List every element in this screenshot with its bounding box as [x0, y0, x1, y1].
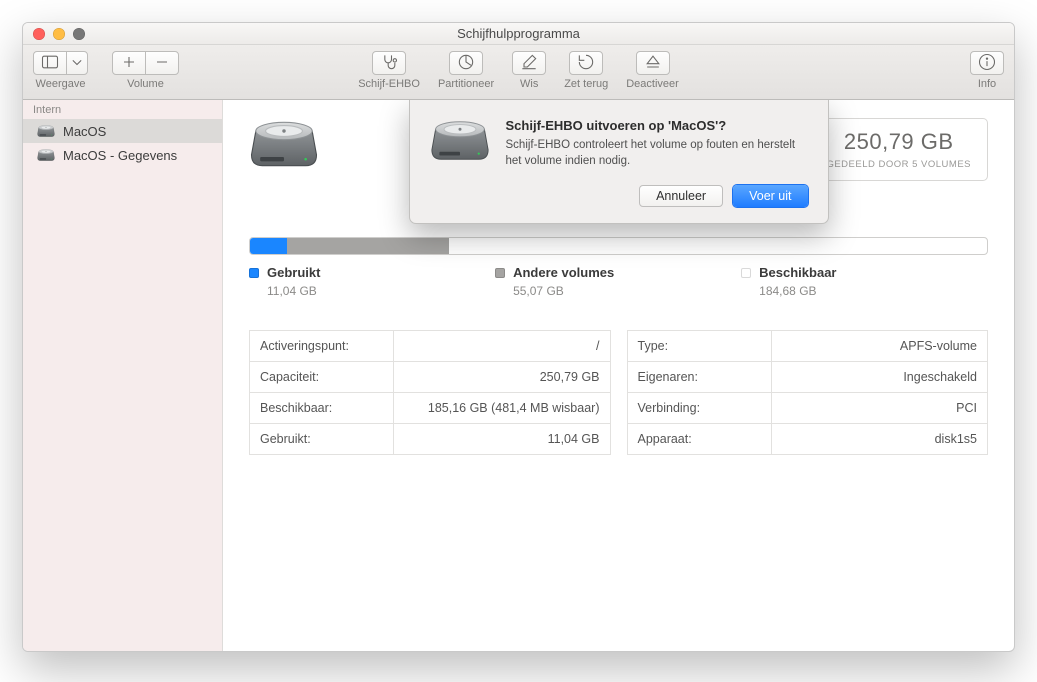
disk-utility-window: Schijfhulpprogramma Weergave	[22, 22, 1015, 652]
erase-label: Wis	[520, 78, 538, 90]
disk-icon	[37, 146, 55, 164]
partition-button[interactable]	[449, 51, 483, 75]
detail-row: Activeringspunt:/	[250, 331, 611, 362]
titlebar: Schijfhulpprogramma	[23, 23, 1014, 45]
detail-key: Eigenaren:	[627, 362, 771, 393]
view-label: Weergave	[36, 78, 86, 90]
toolbar: Weergave Volume Schijf-EHBO	[23, 45, 1014, 100]
detail-row: Verbinding:PCI	[627, 393, 988, 424]
detail-key: Type:	[627, 331, 771, 362]
legend-free-label: Beschikbaar	[759, 265, 836, 280]
main-pane: 250,79 GB GEDEELD DOOR 5 VOLUMES Gebruik…	[223, 100, 1014, 651]
view-mode-button[interactable]	[33, 51, 67, 75]
sidebar: Intern MacOS MacOS - Gegevens	[23, 100, 223, 651]
eraser-icon	[519, 52, 539, 75]
capacity-box: 250,79 GB GEDEELD DOOR 5 VOLUMES	[809, 118, 988, 181]
detail-key: Activeringspunt:	[250, 331, 394, 362]
info-button[interactable]	[970, 51, 1004, 75]
capacity-subtitle: GEDEELD DOOR 5 VOLUMES	[826, 159, 971, 170]
detail-row: Eigenaren:Ingeschakeld	[627, 362, 988, 393]
legend-used-label: Gebruikt	[267, 265, 320, 280]
volume-artwork	[249, 118, 319, 175]
remove-volume-button[interactable]	[145, 51, 179, 75]
usage-segment-other	[287, 238, 449, 254]
swatch-other	[495, 268, 505, 278]
first-aid-button[interactable]	[372, 51, 406, 75]
swatch-free	[741, 268, 751, 278]
detail-key: Verbinding:	[627, 393, 771, 424]
unmount-label: Deactiveer	[626, 78, 679, 90]
detail-value: PCI	[771, 393, 987, 424]
chevron-down-icon	[67, 52, 87, 75]
eject-icon	[643, 52, 663, 75]
detail-key: Capaciteit:	[250, 362, 394, 393]
sidebar-item-volume[interactable]: MacOS	[23, 119, 222, 143]
detail-value: Ingeschakeld	[771, 362, 987, 393]
detail-value: APFS-volume	[771, 331, 987, 362]
detail-row: Apparaat:disk1s5	[627, 424, 988, 455]
usage-segment-used	[250, 238, 287, 254]
detail-row: Beschikbaar:185,16 GB (481,4 MB wisbaar)	[250, 393, 611, 424]
erase-button[interactable]	[512, 51, 546, 75]
detail-value: /	[394, 331, 610, 362]
detail-key: Gebruikt:	[250, 424, 394, 455]
view-menu-button[interactable]	[66, 51, 88, 75]
volume-label: Volume	[127, 78, 164, 90]
detail-value: 11,04 GB	[394, 424, 610, 455]
detail-key: Apparaat:	[627, 424, 771, 455]
dialog-title: Schijf-EHBO uitvoeren op 'MacOS'?	[506, 118, 808, 133]
partition-label: Partitioneer	[438, 78, 494, 90]
dialog-disk-icon	[430, 118, 490, 207]
legend-other-label: Andere volumes	[513, 265, 614, 280]
detail-key: Beschikbaar:	[250, 393, 394, 424]
info-label: Info	[978, 78, 996, 90]
stethoscope-icon	[379, 52, 399, 75]
run-button[interactable]: Voer uit	[733, 185, 807, 207]
restore-label: Zet terug	[564, 78, 608, 90]
restore-button[interactable]	[569, 51, 603, 75]
usage-bar	[249, 237, 988, 255]
legend-free-value: 184,68 GB	[759, 284, 987, 298]
legend-used-value: 11,04 GB	[267, 284, 495, 298]
swatch-used	[249, 268, 259, 278]
add-volume-button[interactable]	[112, 51, 146, 75]
first-aid-dialog: Schijf-EHBO uitvoeren op 'MacOS'? Schijf…	[409, 100, 829, 224]
detail-row: Type:APFS-volume	[627, 331, 988, 362]
sidebar-section-header: Intern	[23, 100, 222, 119]
pie-chart-icon	[456, 52, 476, 75]
capacity-value: 250,79 GB	[826, 129, 971, 155]
sidebar-icon	[40, 52, 60, 75]
info-icon	[977, 52, 997, 75]
details-table-right: Type:APFS-volumeEigenaren:IngeschakeldVe…	[627, 330, 989, 455]
detail-row: Gebruikt:11,04 GB	[250, 424, 611, 455]
sidebar-item-label: MacOS - Gegevens	[63, 148, 177, 163]
dialog-message: Schijf-EHBO controleert het volume op fo…	[506, 138, 808, 169]
disk-icon	[37, 122, 55, 140]
restore-icon	[576, 52, 596, 75]
legend-other-value: 55,07 GB	[513, 284, 741, 298]
sidebar-item-volume[interactable]: MacOS - Gegevens	[23, 143, 222, 167]
details-table-left: Activeringspunt:/Capaciteit:250,79 GBBes…	[249, 330, 611, 455]
detail-value: 250,79 GB	[394, 362, 610, 393]
minus-icon	[152, 52, 172, 75]
plus-icon	[119, 52, 139, 75]
window-title: Schijfhulpprogramma	[23, 26, 1014, 41]
detail-row: Capaciteit:250,79 GB	[250, 362, 611, 393]
sidebar-item-label: MacOS	[63, 124, 106, 139]
detail-value: disk1s5	[771, 424, 987, 455]
first-aid-label: Schijf-EHBO	[358, 78, 420, 90]
detail-value: 185,16 GB (481,4 MB wisbaar)	[394, 393, 610, 424]
cancel-button[interactable]: Annuleer	[639, 185, 723, 207]
unmount-button[interactable]	[636, 51, 670, 75]
